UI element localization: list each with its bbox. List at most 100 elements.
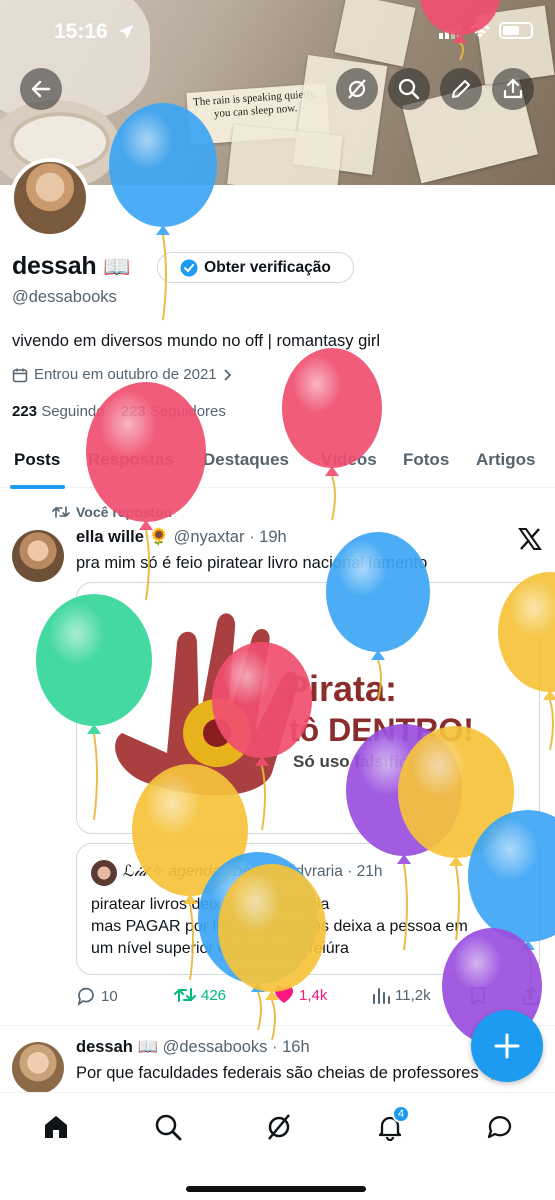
- nav-grok[interactable]: [259, 1107, 299, 1147]
- get-verified-button[interactable]: Obter verificação: [157, 252, 354, 283]
- get-verified-label: Obter verificação: [204, 258, 331, 276]
- tweet-author-name[interactable]: ella wille: [76, 528, 144, 546]
- profile-tabs: Posts Respostas Destaques Vídeos Fotos A…: [0, 440, 555, 489]
- joined-date[interactable]: Entrou em outubro de 2021: [12, 366, 233, 383]
- grok-icon: [268, 1114, 290, 1140]
- tweet-time: · 19h: [249, 528, 287, 546]
- quote-time: · 21h: [347, 863, 383, 880]
- repost-label: Você repostou: [76, 504, 173, 520]
- quote-line: um nível superior de burrice E feiúra: [91, 940, 349, 957]
- tab-videos[interactable]: Vídeos: [321, 450, 377, 470]
- search-icon: [155, 1114, 182, 1141]
- following-count: 223: [12, 403, 38, 420]
- nav-notifications[interactable]: 4: [370, 1105, 410, 1147]
- tab-highlights[interactable]: Destaques: [203, 450, 289, 470]
- tweet-divider: [0, 1025, 555, 1026]
- tweet-avatar[interactable]: [12, 1042, 64, 1094]
- tweet-text: Por que faculdades federais são cheias d…: [76, 1064, 479, 1082]
- following-label: Seguindo: [41, 403, 105, 420]
- arrow-left-icon: [31, 80, 51, 98]
- battery-icon: [499, 22, 533, 39]
- views-chart-icon: [373, 988, 390, 1004]
- repost-indicator: Você repostou: [52, 504, 172, 520]
- quote-line: piratear livros deixa a pessoa feia: [91, 896, 330, 913]
- x-logo-icon: [518, 528, 542, 555]
- notification-badge: 4: [392, 1105, 410, 1123]
- quoted-tweet[interactable]: ℒ𝒾𝒹 ✧ agenda aberta @lidvraria · 21h pir…: [76, 843, 540, 975]
- repost-icon: [174, 988, 196, 1002]
- nav-home[interactable]: [36, 1107, 76, 1147]
- like-count: 1,4k: [299, 986, 328, 1004]
- screen: The rain is speaking quietly, you can sl…: [0, 0, 555, 1200]
- follow-stats: 223 Seguindo 223 Seguidores: [12, 403, 226, 420]
- reply-count: 10: [101, 987, 118, 1005]
- quote-text: piratear livros deixa a pessoa feia mas …: [91, 894, 536, 960]
- tweet-header: dessah 📖 @dessabooks · 16h: [76, 1038, 310, 1057]
- tab-posts[interactable]: Posts: [14, 450, 60, 470]
- search-icon: [398, 78, 420, 100]
- like-button[interactable]: 1,4k: [274, 986, 327, 1004]
- status-time: 15:16: [54, 20, 108, 43]
- tweet-text: pra mim só é feio piratear livro naciona…: [76, 554, 428, 572]
- followers-count: 223: [120, 403, 146, 420]
- share-icon: [503, 78, 523, 99]
- compose-button[interactable]: [471, 1010, 543, 1082]
- quote-line: mas PAGAR por livros pirateados deixa a …: [91, 918, 468, 935]
- home-indicator: [186, 1186, 366, 1192]
- pencil-icon: [452, 80, 470, 98]
- bookmark-icon: [471, 987, 485, 1005]
- image-text-line2: tô DENTRO!: [289, 712, 474, 748]
- quote-author-name: ℒ𝒾𝒹 ✧ agenda aberta: [123, 863, 269, 880]
- profile-avatar[interactable]: [10, 158, 90, 238]
- nav-search[interactable]: [148, 1107, 188, 1147]
- view-count: 11,2k: [395, 986, 431, 1004]
- tweet-header: ella wille 🌻 @nyaxtar · 19h: [76, 528, 287, 547]
- nav-messages[interactable]: [480, 1107, 520, 1147]
- tweet-author-name[interactable]: dessah: [76, 1038, 133, 1056]
- grok-icon: [348, 79, 366, 99]
- tab-replies[interactable]: Respostas: [88, 450, 174, 470]
- quote-author-handle: @lidvraria: [272, 863, 343, 880]
- reply-button[interactable]: 10: [76, 986, 118, 1006]
- views-button[interactable]: 11,2k: [372, 986, 431, 1004]
- followers-label: Seguidores: [149, 403, 226, 420]
- grok-button[interactable]: [336, 68, 378, 110]
- tweet-image[interactable]: Pirata: tô DENTRO! Só uso falsificação: [76, 582, 540, 834]
- repost-button[interactable]: 426: [174, 986, 226, 1004]
- bottom-navigation: 4: [0, 1092, 555, 1200]
- calendar-icon: [12, 368, 28, 382]
- tweet-author-handle: @nyaxtar: [173, 528, 245, 546]
- profile-name: dessah 📖: [12, 252, 130, 281]
- home-icon: [45, 1116, 67, 1138]
- pirate-hand-image: Pirata: tô DENTRO! Só uso falsificação: [115, 613, 474, 796]
- book-emoji: 📖: [103, 254, 131, 279]
- following-link[interactable]: 223 Seguindo: [12, 403, 105, 420]
- share-tweet-button[interactable]: [522, 986, 540, 1006]
- profile-bio: vivendo em diversos mundo no off | roman…: [12, 332, 381, 350]
- tweet-avatar[interactable]: [12, 530, 64, 582]
- verified-badge-icon: [180, 259, 198, 276]
- chat-bubble-icon: [487, 1116, 512, 1139]
- joined-text: Entrou em outubro de 2021: [34, 366, 217, 383]
- image-text-line1: Pirata:: [285, 668, 397, 709]
- chevron-right-icon: [224, 368, 231, 381]
- profile-handle: @dessabooks: [12, 288, 117, 306]
- active-tab-indicator: [10, 485, 65, 489]
- repost-count: 426: [201, 986, 227, 1004]
- share-button[interactable]: [492, 68, 534, 110]
- status-icons: [439, 22, 533, 39]
- search-button[interactable]: [388, 68, 430, 110]
- back-button[interactable]: [20, 68, 62, 110]
- tweet-actions: 10 426 1,4k 11,2k: [76, 986, 540, 1010]
- sunflower-emoji: 🌻: [148, 528, 170, 546]
- tab-photos[interactable]: Fotos: [403, 450, 449, 470]
- quote-header: ℒ𝒾𝒹 ✧ agenda aberta @lidvraria · 21h: [123, 862, 383, 881]
- tab-articles[interactable]: Artigos: [476, 450, 536, 470]
- bookmark-button[interactable]: [470, 986, 486, 1006]
- plus-icon: [494, 1033, 520, 1059]
- signal-icon: [439, 23, 461, 39]
- tweet-author-handle: @dessabooks: [162, 1038, 268, 1056]
- location-arrow-icon: [118, 24, 134, 45]
- edit-profile-button[interactable]: [440, 68, 482, 110]
- followers-link[interactable]: 223 Seguidores: [121, 403, 226, 420]
